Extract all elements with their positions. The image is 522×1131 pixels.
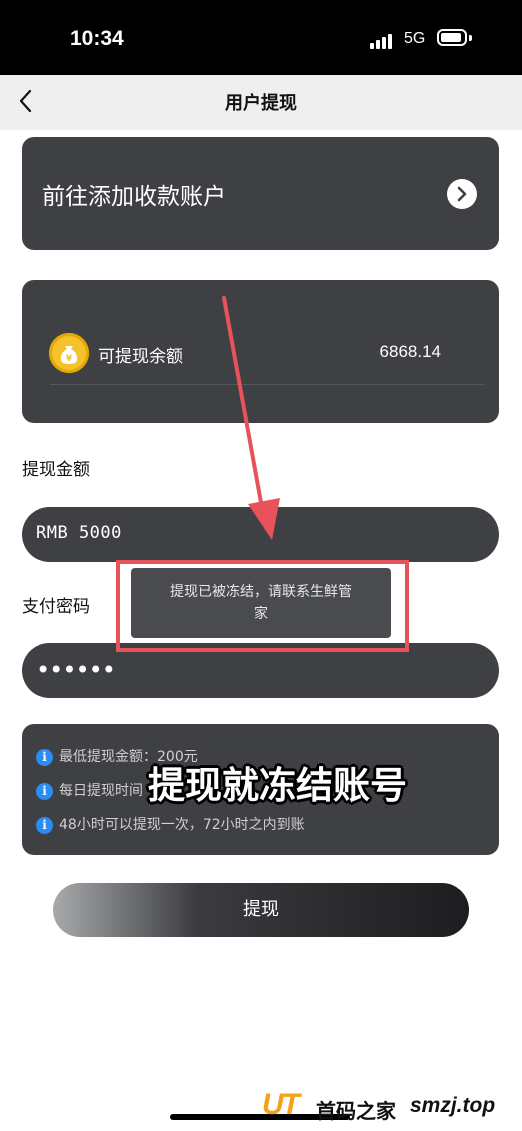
amount-value: RMB 5000: [36, 523, 122, 543]
battery-icon: [437, 29, 467, 46]
chevron-right-circle-icon: [447, 179, 477, 209]
nav-bar: 用户提现: [0, 75, 522, 130]
watermark-name: 首码之家: [316, 1099, 396, 1123]
amount-label: 提现金额: [22, 460, 90, 480]
info-icon: i: [36, 782, 53, 800]
toast-message: 提现已被冻结，请联系生鲜管 家: [131, 568, 391, 638]
balance-value: 6868.14: [379, 342, 441, 361]
network-type: 5G: [404, 30, 426, 47]
signal-icon: [370, 33, 398, 49]
battery-tip: [469, 35, 472, 41]
watermark-logo: UT: [262, 1088, 300, 1121]
amount-input[interactable]: RMB 5000: [22, 507, 499, 562]
info-text: 48小时可以提现一次，72小时之内到账: [59, 817, 305, 833]
info-icon: i: [36, 748, 53, 766]
add-account-card[interactable]: 前往添加收款账户: [22, 137, 499, 250]
info-row: i 每日提现时间: [36, 780, 143, 800]
balance-card: ¥ 可提现余额 6868.14: [22, 280, 499, 423]
info-icon: i: [36, 816, 53, 834]
password-label: 支付密码: [22, 597, 90, 617]
info-text: 每日提现时间: [59, 783, 143, 799]
status-time: 10:34: [70, 27, 124, 50]
info-row: i 48小时可以提现一次，72小时之内到账: [36, 814, 305, 834]
svg-text:¥: ¥: [66, 354, 73, 364]
toast-line-2: 家: [254, 606, 268, 622]
watermark-url: smzj.top: [410, 1094, 496, 1117]
add-account-label: 前往添加收款账户: [42, 184, 226, 210]
divider: [50, 384, 485, 385]
password-value: ••••••: [36, 656, 116, 684]
page-title: 用户提现: [225, 93, 297, 114]
balance-label: 可提现余额: [98, 347, 183, 367]
status-bar: 10:34 5G: [0, 0, 522, 75]
money-bag-icon: ¥: [49, 333, 89, 373]
overlay-caption: 提现就冻结账号: [148, 764, 407, 807]
withdraw-button[interactable]: 提现: [53, 883, 469, 937]
toast-line-1: 提现已被冻结，请联系生鲜管: [170, 584, 352, 600]
